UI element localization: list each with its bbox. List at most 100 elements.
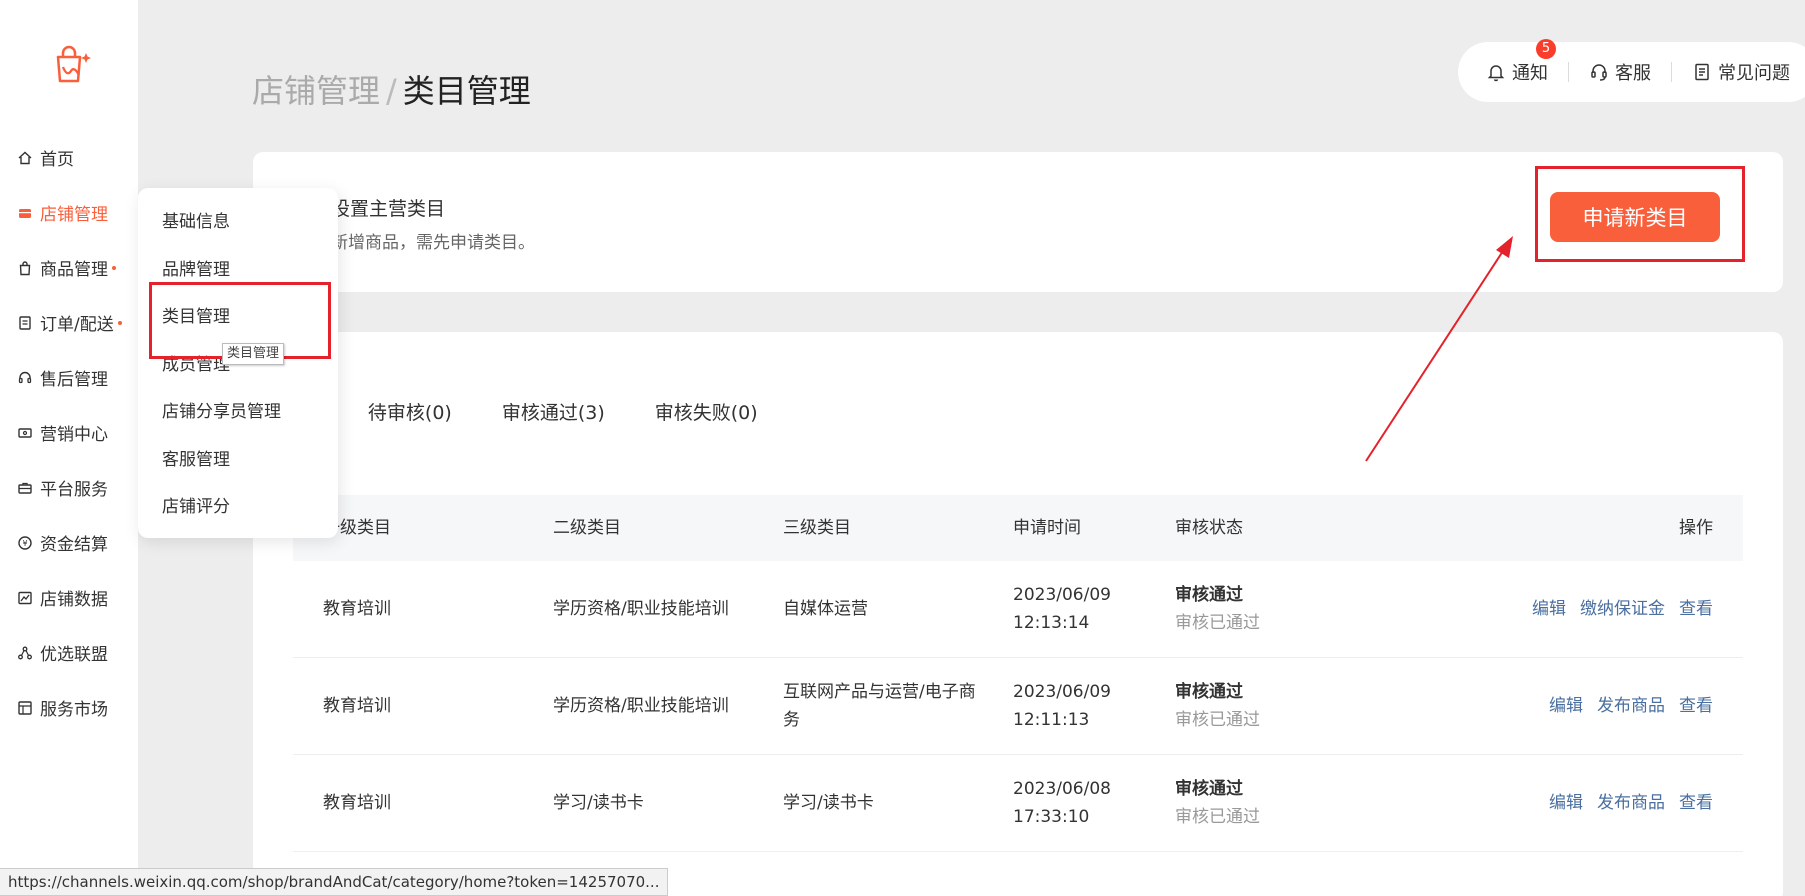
sidebar-item-label: 首页 bbox=[40, 150, 74, 170]
breadcrumb-separator: / bbox=[386, 72, 397, 110]
toolbar-divider bbox=[1568, 62, 1569, 82]
intro-title: 设置主营类目 bbox=[331, 198, 446, 220]
sidebar-item-5[interactable]: 营销中心 bbox=[0, 405, 138, 460]
yuan-icon: ¥ bbox=[17, 535, 33, 551]
sidebar-item-6[interactable]: 平台服务 bbox=[0, 460, 138, 515]
submenu-tooltip: 类目管理 bbox=[222, 343, 285, 365]
action-link[interactable]: 编辑 bbox=[1549, 789, 1583, 817]
submenu-item-5[interactable]: 客服管理 bbox=[138, 434, 338, 482]
notification-dot bbox=[117, 320, 122, 325]
column-header: 申请时间 bbox=[1013, 518, 1081, 538]
sidebar-item-8[interactable]: 店铺数据 bbox=[0, 570, 138, 625]
apply-time: 12:11:13 bbox=[1013, 710, 1090, 730]
apply-new-category-button[interactable]: 申请新类目 bbox=[1550, 192, 1720, 242]
action-link[interactable]: 缴纳保证金 bbox=[1580, 595, 1665, 623]
level3-category-cell: 学习/读书卡 bbox=[783, 793, 874, 813]
status-badge: 审核通过 bbox=[1175, 682, 1243, 702]
bag-icon bbox=[17, 260, 33, 276]
actions-cell: 编辑 发布商品 查看 bbox=[1425, 789, 1743, 817]
faq-button[interactable]: 常见问题 bbox=[1692, 59, 1790, 85]
action-link[interactable]: 发布商品 bbox=[1597, 692, 1665, 720]
column-header: 操作 bbox=[1679, 518, 1713, 538]
page-title: 类目管理 bbox=[402, 72, 531, 110]
level3-category-cell: 互联网产品与运营/电子商务 bbox=[783, 682, 976, 730]
category-intro-card: 设置主营类目 新增商品，需先申请类目。 申请新类目 bbox=[253, 152, 1783, 292]
tab-1[interactable]: 待审核(0) bbox=[368, 398, 452, 439]
breadcrumb-parent[interactable]: 店铺管理 bbox=[252, 72, 380, 110]
notification-badge: 5 bbox=[1536, 39, 1556, 59]
briefcase-icon bbox=[17, 480, 33, 496]
notification-button[interactable]: 通知 5 bbox=[1486, 39, 1556, 85]
column-header: 二级类目 bbox=[553, 518, 621, 538]
order-icon bbox=[17, 315, 33, 331]
sidebar-item-label: 售后管理 bbox=[40, 370, 108, 390]
status-detail: 审核已通过 bbox=[1175, 613, 1260, 633]
action-link[interactable]: 查看 bbox=[1679, 789, 1713, 817]
action-link[interactable]: 查看 bbox=[1679, 692, 1713, 720]
action-link[interactable]: 编辑 bbox=[1532, 595, 1566, 623]
level2-category-cell: 学习/读书卡 bbox=[553, 793, 644, 813]
submenu-item-2[interactable]: 类目管理 bbox=[138, 291, 338, 339]
notification-label: 通知 bbox=[1512, 63, 1548, 84]
faq-label: 常见问题 bbox=[1718, 63, 1790, 84]
table-body: 教育培训 学历资格/职业技能培训 自媒体运营 2023/06/09 12:13:14 审核… bbox=[293, 561, 1743, 852]
sidebar-item-1[interactable]: 店铺管理 bbox=[0, 185, 138, 240]
row-actions: 编辑 缴纳保证金 查看 bbox=[1455, 595, 1713, 623]
sidebar-nav: 首页店铺管理 商品管理订单/配送售后管理营销中心平台服务 ¥ 资金结算店铺数据优选联盟… bbox=[0, 130, 138, 735]
sidebar-item-7[interactable]: ¥ 资金结算 bbox=[0, 515, 138, 570]
category-table: 一级类目 二级类目 三级类目 申请时间 审核状态 操作 教育培训 学历资格/职业技能培训 自媒… bbox=[293, 495, 1743, 852]
breadcrumb: 店铺管理 / 类目管理 bbox=[252, 66, 531, 112]
chart-icon bbox=[17, 590, 33, 606]
intro-description: 新增商品，需先申请类目。 bbox=[331, 233, 535, 253]
sidebar-item-label: 订单/配送 bbox=[40, 315, 114, 335]
action-link[interactable]: 发布商品 bbox=[1597, 789, 1665, 817]
sidebar-item-label: 平台服务 bbox=[40, 480, 108, 500]
document-icon bbox=[1695, 63, 1709, 81]
level2-category-cell: 学历资格/职业技能培训 bbox=[553, 599, 729, 619]
top-toolbar: 通知 5 客服 常见问题 bbox=[1458, 39, 1805, 102]
tab-2[interactable]: 审核通过(3) bbox=[502, 398, 605, 439]
apply-time-cell: 2023/06/09 12:13:14 bbox=[983, 581, 1145, 637]
review-status-cell: 审核通过 审核已通过 bbox=[1145, 678, 1425, 734]
action-link[interactable]: 编辑 bbox=[1549, 692, 1583, 720]
headset-icon bbox=[17, 370, 33, 386]
submenu-item-0[interactable]: 基础信息 bbox=[138, 196, 338, 244]
sidebar: 首页店铺管理 商品管理订单/配送售后管理营销中心平台服务 ¥ 资金结算店铺数据优选联盟… bbox=[0, 0, 138, 896]
apply-time-cell: 2023/06/09 12:11:13 bbox=[983, 678, 1145, 734]
status-badge: 审核通过 bbox=[1175, 585, 1243, 605]
ticket-icon bbox=[17, 425, 33, 441]
sidebar-item-9[interactable]: 优选联盟 bbox=[0, 625, 138, 680]
bell-icon bbox=[1487, 65, 1505, 82]
submenu-item-1[interactable]: 品牌管理 bbox=[138, 244, 338, 292]
status-tabs: (3)待审核(0)审核通过(3)审核失败(0) bbox=[291, 398, 808, 439]
customer-service-button[interactable]: 客服 bbox=[1589, 59, 1651, 85]
sidebar-item-label: 资金结算 bbox=[40, 535, 108, 555]
apply-date: 2023/06/08 bbox=[1013, 779, 1111, 799]
level2-category-cell: 学历资格/职业技能培训 bbox=[553, 696, 729, 716]
submenu-item-4[interactable]: 店铺分享员管理 bbox=[138, 386, 338, 434]
toolbar-divider bbox=[1671, 62, 1672, 82]
category-list-card: (3)待审核(0)审核通过(3)审核失败(0) 一级类目二级类目三级类目申请时间… bbox=[253, 332, 1783, 896]
shop-logo-icon[interactable] bbox=[52, 45, 96, 85]
sidebar-item-3[interactable]: 订单/配送 bbox=[0, 295, 138, 350]
svg-text:¥: ¥ bbox=[22, 539, 27, 548]
sidebar-item-0[interactable]: 首页 bbox=[0, 130, 138, 185]
action-link[interactable]: 查看 bbox=[1679, 595, 1713, 623]
table-row: 教育培训 学历资格/职业技能培训 互联网产品与运营/电子商务 2023/06/09 12… bbox=[293, 658, 1743, 755]
table-row: 教育培训 学习/读书卡 学习/读书卡 2023/06/08 17:33:10 审核通过 审核… bbox=[293, 755, 1743, 852]
sidebar-item-10[interactable]: 服务市场 bbox=[0, 680, 138, 735]
row-actions: 编辑 发布商品 查看 bbox=[1455, 789, 1713, 817]
submenu-item-6[interactable]: 店铺评分 bbox=[138, 481, 338, 529]
level1-category-cell: 教育培训 bbox=[323, 696, 391, 716]
market-icon bbox=[17, 700, 33, 716]
table-row: 教育培训 学历资格/职业技能培训 自媒体运营 2023/06/09 12:13:14 审核… bbox=[293, 561, 1743, 658]
store-icon bbox=[17, 205, 33, 221]
tab-3[interactable]: 审核失败(0) bbox=[655, 398, 758, 439]
sidebar-item-4[interactable]: 售后管理 bbox=[0, 350, 138, 405]
sidebar-item-label: 优选联盟 bbox=[40, 645, 108, 665]
apply-date: 2023/06/09 bbox=[1013, 585, 1111, 605]
table-header: 一级类目 二级类目 三级类目 申请时间 审核状态 操作 bbox=[293, 495, 1743, 561]
column-header: 三级类目 bbox=[783, 518, 851, 538]
column-header: 审核状态 bbox=[1175, 518, 1243, 538]
sidebar-item-2[interactable]: 商品管理 bbox=[0, 240, 138, 295]
